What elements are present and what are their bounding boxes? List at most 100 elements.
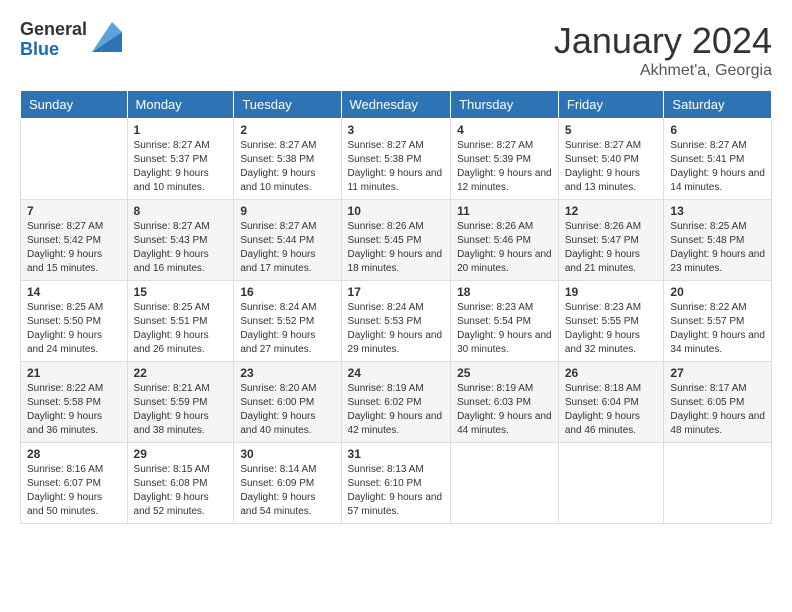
day-info: Sunrise: 8:20 AMSunset: 6:00 PMDaylight:… bbox=[240, 382, 334, 438]
day-info: Sunrise: 8:15 AMSunset: 6:08 PMDaylight:… bbox=[134, 463, 228, 519]
day-cell: 25 Sunrise: 8:19 AMSunset: 6:03 PMDayligh… bbox=[451, 362, 559, 443]
day-info: Sunrise: 8:27 AMSunset: 5:39 PMDaylight:… bbox=[457, 139, 552, 195]
day-cell: 28 Sunrise: 8:16 AMSunset: 6:07 PMDayligh… bbox=[21, 443, 128, 524]
day-info: Sunrise: 8:22 AMSunset: 5:57 PMDaylight:… bbox=[670, 301, 765, 357]
day-cell: 22 Sunrise: 8:21 AMSunset: 5:59 PMDayligh… bbox=[127, 362, 234, 443]
day-number: 3 bbox=[348, 123, 445, 137]
day-info: Sunrise: 8:27 AMSunset: 5:42 PMDaylight:… bbox=[27, 220, 121, 276]
day-cell: 11Sunrise: 8:26 AMSunset: 5:46 PMDayligh… bbox=[451, 200, 559, 281]
day-info: Sunrise: 8:27 AMSunset: 5:40 PMDaylight:… bbox=[565, 139, 658, 195]
day-cell: 27 Sunrise: 8:17 AMSunset: 6:05 PMDayligh… bbox=[664, 362, 772, 443]
day-number: 30 bbox=[240, 447, 334, 461]
day-cell: 4 Sunrise: 8:27 AMSunset: 5:39 PMDaylight… bbox=[451, 119, 559, 200]
day-cell: 8 Sunrise: 8:27 AMSunset: 5:43 PMDaylight… bbox=[127, 200, 234, 281]
day-cell bbox=[451, 443, 559, 524]
day-info: Sunrise: 8:19 AMSunset: 6:02 PMDaylight:… bbox=[348, 382, 445, 438]
day-info: Sunrise: 8:26 AMSunset: 5:45 PMDaylight:… bbox=[348, 220, 445, 276]
day-number: 6 bbox=[670, 123, 765, 137]
day-cell: 24 Sunrise: 8:19 AMSunset: 6:02 PMDayligh… bbox=[341, 362, 451, 443]
weekday-header-wednesday: Wednesday bbox=[341, 91, 451, 119]
weekday-header-tuesday: Tuesday bbox=[234, 91, 341, 119]
day-number: 22 bbox=[134, 366, 228, 380]
day-cell: 20 Sunrise: 8:22 AMSunset: 5:57 PMDayligh… bbox=[664, 281, 772, 362]
day-number: 12 bbox=[565, 204, 658, 218]
day-info: Sunrise: 8:24 AMSunset: 5:52 PMDaylight:… bbox=[240, 301, 334, 357]
day-number: 10 bbox=[348, 204, 445, 218]
day-info: Sunrise: 8:23 AMSunset: 5:54 PMDaylight:… bbox=[457, 301, 552, 357]
day-number: 4 bbox=[457, 123, 552, 137]
day-info: Sunrise: 8:25 AMSunset: 5:51 PMDaylight:… bbox=[134, 301, 228, 357]
day-number: 25 bbox=[457, 366, 552, 380]
week-row-3: 14Sunrise: 8:25 AMSunset: 5:50 PMDayligh… bbox=[21, 281, 772, 362]
day-info: Sunrise: 8:27 AMSunset: 5:41 PMDaylight:… bbox=[670, 139, 765, 195]
day-cell bbox=[664, 443, 772, 524]
day-info: Sunrise: 8:21 AMSunset: 5:59 PMDaylight:… bbox=[134, 382, 228, 438]
day-cell: 7 Sunrise: 8:27 AMSunset: 5:42 PMDaylight… bbox=[21, 200, 128, 281]
logo: General Blue bbox=[20, 20, 122, 60]
day-cell: 26 Sunrise: 8:18 AMSunset: 6:04 PMDayligh… bbox=[558, 362, 664, 443]
day-info: Sunrise: 8:26 AMSunset: 5:47 PMDaylight:… bbox=[565, 220, 658, 276]
day-cell: 18Sunrise: 8:23 AMSunset: 5:54 PMDayligh… bbox=[451, 281, 559, 362]
day-info: Sunrise: 8:22 AMSunset: 5:58 PMDaylight:… bbox=[27, 382, 121, 438]
day-number: 24 bbox=[348, 366, 445, 380]
day-cell: 31 Sunrise: 8:13 AMSunset: 6:10 PMDayligh… bbox=[341, 443, 451, 524]
day-info: Sunrise: 8:27 AMSunset: 5:38 PMDaylight:… bbox=[240, 139, 334, 195]
day-number: 20 bbox=[670, 285, 765, 299]
day-cell: 13Sunrise: 8:25 AMSunset: 5:48 PMDayligh… bbox=[664, 200, 772, 281]
day-cell: 12 Sunrise: 8:26 AMSunset: 5:47 PMDayligh… bbox=[558, 200, 664, 281]
day-number: 21 bbox=[27, 366, 121, 380]
weekday-header-monday: Monday bbox=[127, 91, 234, 119]
week-row-5: 28 Sunrise: 8:16 AMSunset: 6:07 PMDayligh… bbox=[21, 443, 772, 524]
day-cell: 14Sunrise: 8:25 AMSunset: 5:50 PMDayligh… bbox=[21, 281, 128, 362]
calendar-table: SundayMondayTuesdayWednesdayThursdayFrid… bbox=[20, 90, 772, 524]
day-number: 26 bbox=[565, 366, 658, 380]
day-number: 1 bbox=[134, 123, 228, 137]
day-number: 9 bbox=[240, 204, 334, 218]
day-number: 28 bbox=[27, 447, 121, 461]
day-info: Sunrise: 8:19 AMSunset: 6:03 PMDaylight:… bbox=[457, 382, 552, 438]
day-cell bbox=[558, 443, 664, 524]
day-number: 27 bbox=[670, 366, 765, 380]
day-number: 5 bbox=[565, 123, 658, 137]
day-info: Sunrise: 8:18 AMSunset: 6:04 PMDaylight:… bbox=[565, 382, 658, 438]
day-number: 16 bbox=[240, 285, 334, 299]
day-number: 23 bbox=[240, 366, 334, 380]
day-cell: 30 Sunrise: 8:14 AMSunset: 6:09 PMDayligh… bbox=[234, 443, 341, 524]
day-info: Sunrise: 8:26 AMSunset: 5:46 PMDaylight:… bbox=[457, 220, 552, 276]
day-cell: 10 Sunrise: 8:26 AMSunset: 5:45 PMDayligh… bbox=[341, 200, 451, 281]
day-info: Sunrise: 8:13 AMSunset: 6:10 PMDaylight:… bbox=[348, 463, 445, 519]
day-cell: 23 Sunrise: 8:20 AMSunset: 6:00 PMDayligh… bbox=[234, 362, 341, 443]
day-cell: 19 Sunrise: 8:23 AMSunset: 5:55 PMDayligh… bbox=[558, 281, 664, 362]
week-row-2: 7 Sunrise: 8:27 AMSunset: 5:42 PMDaylight… bbox=[21, 200, 772, 281]
day-info: Sunrise: 8:27 AMSunset: 5:37 PMDaylight:… bbox=[134, 139, 228, 195]
day-info: Sunrise: 8:14 AMSunset: 6:09 PMDaylight:… bbox=[240, 463, 334, 519]
day-info: Sunrise: 8:27 AMSunset: 5:38 PMDaylight:… bbox=[348, 139, 445, 195]
day-cell bbox=[21, 119, 128, 200]
day-number: 13 bbox=[670, 204, 765, 218]
day-number: 29 bbox=[134, 447, 228, 461]
day-info: Sunrise: 8:24 AMSunset: 5:53 PMDaylight:… bbox=[348, 301, 445, 357]
month-title: January 2024 bbox=[554, 20, 772, 62]
day-cell: 17Sunrise: 8:24 AMSunset: 5:53 PMDayligh… bbox=[341, 281, 451, 362]
day-number: 7 bbox=[27, 204, 121, 218]
day-number: 2 bbox=[240, 123, 334, 137]
day-number: 15 bbox=[134, 285, 228, 299]
day-info: Sunrise: 8:17 AMSunset: 6:05 PMDaylight:… bbox=[670, 382, 765, 438]
day-info: Sunrise: 8:23 AMSunset: 5:55 PMDaylight:… bbox=[565, 301, 658, 357]
weekday-header-saturday: Saturday bbox=[664, 91, 772, 119]
day-info: Sunrise: 8:16 AMSunset: 6:07 PMDaylight:… bbox=[27, 463, 121, 519]
day-cell: 2 Sunrise: 8:27 AMSunset: 5:38 PMDaylight… bbox=[234, 119, 341, 200]
day-number: 8 bbox=[134, 204, 228, 218]
day-info: Sunrise: 8:27 AMSunset: 5:43 PMDaylight:… bbox=[134, 220, 228, 276]
day-cell: 6 Sunrise: 8:27 AMSunset: 5:41 PMDaylight… bbox=[664, 119, 772, 200]
day-info: Sunrise: 8:27 AMSunset: 5:44 PMDaylight:… bbox=[240, 220, 334, 276]
week-row-4: 21 Sunrise: 8:22 AMSunset: 5:58 PMDayligh… bbox=[21, 362, 772, 443]
day-number: 31 bbox=[348, 447, 445, 461]
day-number: 19 bbox=[565, 285, 658, 299]
weekday-header-thursday: Thursday bbox=[451, 91, 559, 119]
day-number: 14 bbox=[27, 285, 121, 299]
logo-blue: Blue bbox=[20, 40, 87, 60]
weekday-header-row: SundayMondayTuesdayWednesdayThursdayFrid… bbox=[21, 91, 772, 119]
day-cell: 15 Sunrise: 8:25 AMSunset: 5:51 PMDayligh… bbox=[127, 281, 234, 362]
page-header: General Blue January 2024 Akhmet'a, Geor… bbox=[20, 20, 772, 80]
